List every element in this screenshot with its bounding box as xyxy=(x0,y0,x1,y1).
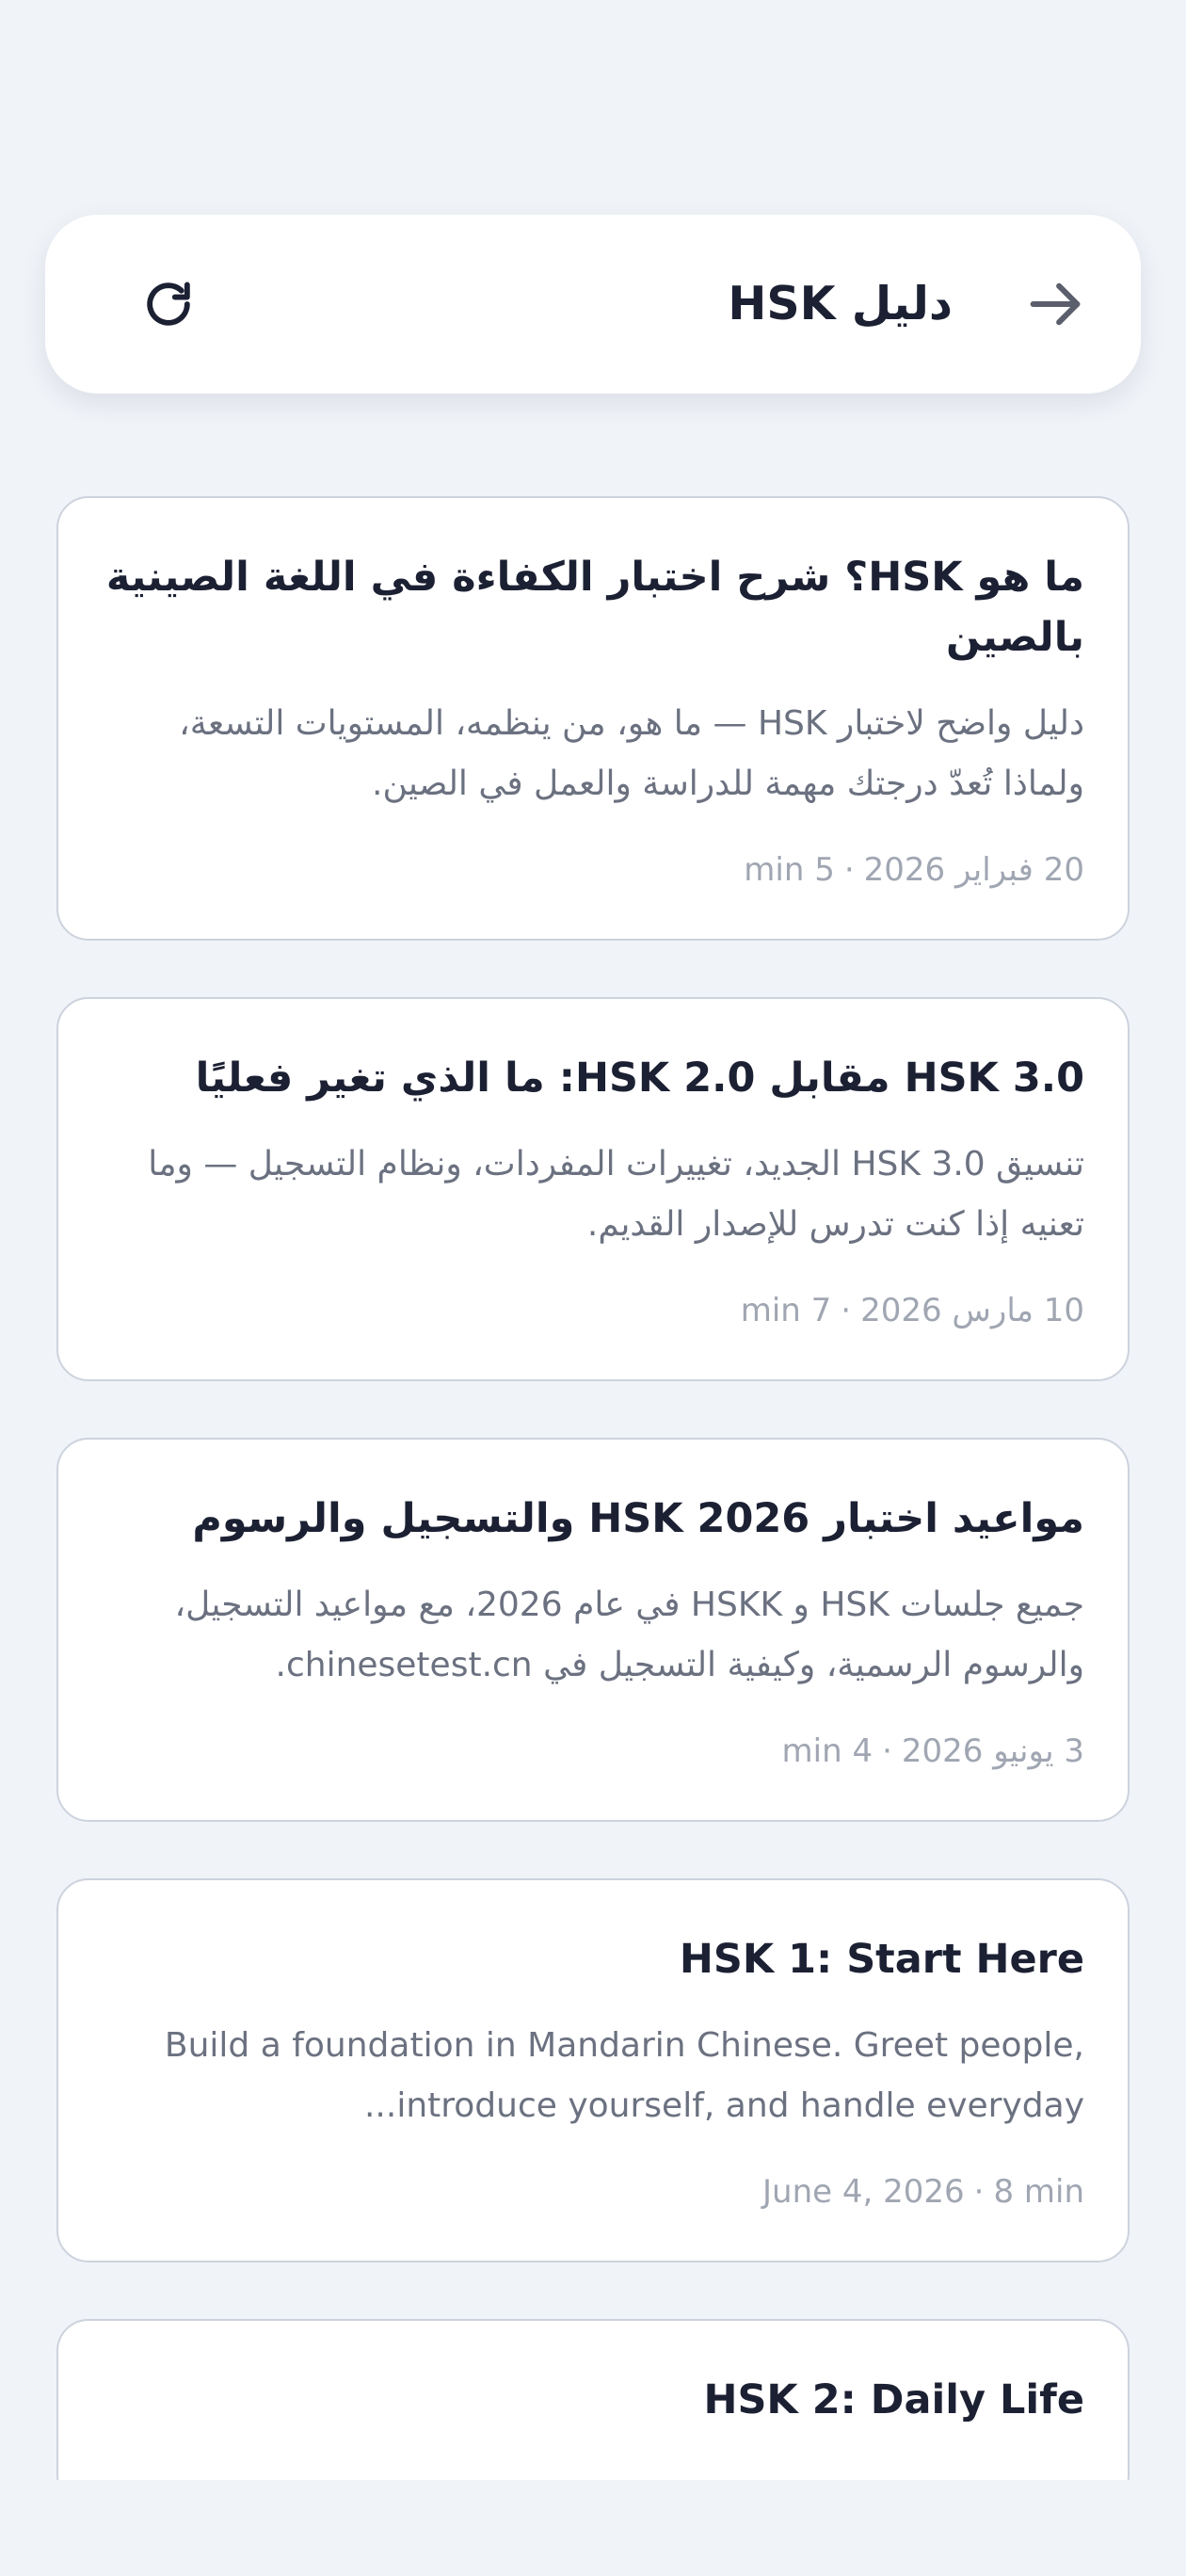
article-read-time: 4 min xyxy=(781,1732,873,1770)
article-date: 3 يونيو 2026 xyxy=(901,1732,1084,1770)
article-title: HSK 3.0 مقابل HSK 2.0: ما الذي تغير فعلي… xyxy=(195,1055,1084,1102)
article-description: تنسيق HSK 3.0 الجديد، تغييرات المفردات، … xyxy=(148,1145,1084,1244)
article-read-time: 8 min xyxy=(993,2173,1084,2211)
article-card[interactable]: مواعيد اختبار HSK 2026 والتسجيل والرسوم … xyxy=(56,1438,1130,1822)
article-title: HSK 2: Daily Life xyxy=(703,2376,1084,2423)
article-meta: 20 فبراير 2026·5 min xyxy=(744,851,1084,889)
article-meta: 3 يونيو 2026·4 min xyxy=(781,1732,1085,1770)
article-description: جميع جلسات HSK و HSKK في عام 2026، مع مو… xyxy=(174,1586,1084,1684)
article-card[interactable]: HSK 3.0 مقابل HSK 2.0: ما الذي تغير فعلي… xyxy=(56,997,1130,1381)
article-card[interactable]: HSK 1: Start Here Build a foundation in … xyxy=(56,1878,1130,2262)
article-title: مواعيد اختبار HSK 2026 والتسجيل والرسوم xyxy=(192,1495,1084,1542)
article-card[interactable]: ما هو HSK؟ شرح اختبار الكفاءة في اللغة ا… xyxy=(56,496,1130,941)
article-date: June 4, 2026 xyxy=(762,2173,965,2211)
article-meta: June 4, 2026 · 8 min xyxy=(762,2173,1084,2211)
article-title: ما هو HSK؟ شرح اختبار الكفاءة في اللغة ا… xyxy=(105,554,1084,661)
article-title: HSK 1: Start Here xyxy=(679,1936,1084,1983)
article-read-time: 5 min xyxy=(744,851,835,889)
article-description: دليل واضح لاختبار HSK — ما هو، من ينظمه،… xyxy=(179,704,1084,803)
article-date: 10 مارس 2026 xyxy=(860,1292,1084,1329)
article-date: 20 فبراير 2026 xyxy=(863,851,1084,889)
article-read-time: 7 min xyxy=(740,1292,832,1329)
article-description: Build a foundation in Mandarin Chinese. … xyxy=(164,2026,1084,2125)
article-list-viewport[interactable]: ما هو HSK؟ شرح اختبار الكفاءة في اللغة ا… xyxy=(0,0,1186,2480)
article-meta: 10 مارس 2026·7 min xyxy=(740,1292,1084,1329)
article-list: ما هو HSK؟ شرح اختبار الكفاءة في اللغة ا… xyxy=(56,496,1130,2480)
article-card[interactable]: HSK 2: Daily Life xyxy=(56,2319,1130,2480)
